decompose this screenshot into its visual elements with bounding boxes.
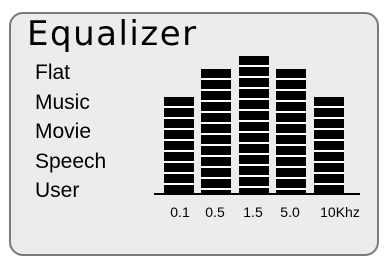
preset-user[interactable]: User xyxy=(35,176,106,206)
preset-music[interactable]: Music xyxy=(35,88,106,118)
preset-list: Flat Music Movie Speech User xyxy=(35,58,106,206)
equalizer-title: Equalizer xyxy=(27,14,198,54)
band-label-0-1: 0.1 xyxy=(170,204,190,220)
band-bar-0-1[interactable] xyxy=(164,97,194,193)
band-bar-0-5[interactable] xyxy=(201,69,231,193)
preset-flat[interactable]: Flat xyxy=(35,58,106,88)
band-bar-1-5[interactable] xyxy=(239,56,269,193)
band-bar-10khz[interactable] xyxy=(314,97,344,193)
preset-movie[interactable]: Movie xyxy=(35,117,106,147)
band-label-1-5: 1.5 xyxy=(243,204,263,220)
band-bar-5-0[interactable] xyxy=(276,69,306,193)
preset-speech[interactable]: Speech xyxy=(35,147,106,177)
equalizer-baseline xyxy=(154,193,360,195)
band-label-5-0: 5.0 xyxy=(280,204,300,220)
band-label-10khz: 10Khz xyxy=(320,204,360,220)
band-label-0-5: 0.5 xyxy=(205,204,225,220)
